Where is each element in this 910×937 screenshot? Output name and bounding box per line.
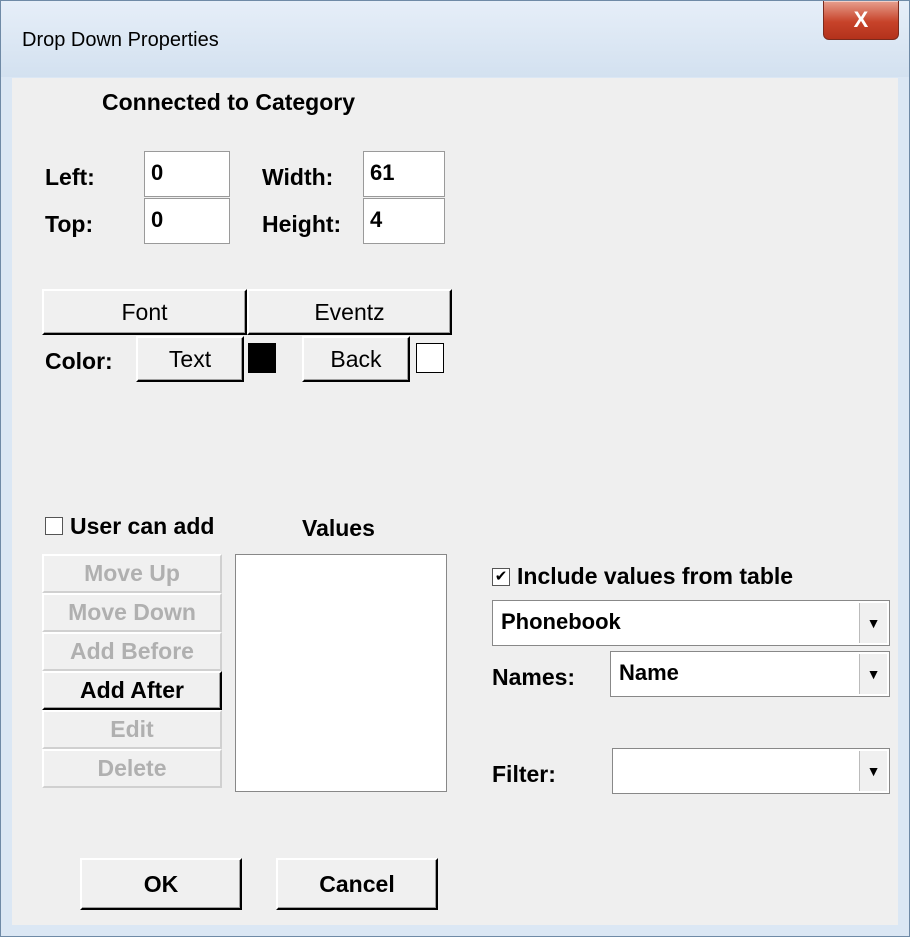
move-down-button[interactable]: Move Down <box>42 593 222 632</box>
table-dropdown[interactable]: Phonebook ▼ <box>492 600 890 646</box>
color-label: Color: <box>45 348 113 374</box>
events-button[interactable]: Eventz <box>247 289 452 335</box>
width-label: Width: <box>262 164 334 190</box>
include-values-checkbox[interactable]: ✔ <box>492 568 510 586</box>
height-field[interactable]: 4 <box>363 198 445 244</box>
add-after-button[interactable]: Add After <box>42 671 222 710</box>
window-title: Drop Down Properties <box>22 29 219 51</box>
values-list[interactable] <box>235 554 447 792</box>
include-values-label: Include values from table <box>517 563 794 589</box>
dialog-body: Connected to Category Left: 0 Width: 61 … <box>12 78 898 925</box>
check-mark-icon: ✔ <box>494 568 508 585</box>
text-color-swatch[interactable] <box>248 343 276 373</box>
top-label: Top: <box>45 211 94 237</box>
chevron-down-icon[interactable]: ▼ <box>859 751 887 791</box>
chevron-down-icon[interactable]: ▼ <box>859 654 887 694</box>
move-up-button[interactable]: Move Up <box>42 554 222 593</box>
height-label: Height: <box>262 211 342 237</box>
font-button[interactable]: Font <box>42 289 247 335</box>
names-dropdown[interactable]: Name ▼ <box>610 651 890 697</box>
title-bar[interactable]: Drop Down Properties X <box>1 1 909 77</box>
table-dropdown-value: Phonebook <box>501 609 621 634</box>
text-color-button[interactable]: Text <box>136 336 244 382</box>
close-icon: X <box>853 7 869 32</box>
delete-button[interactable]: Delete <box>42 749 222 788</box>
edit-button[interactable]: Edit <box>42 710 222 749</box>
ok-button[interactable]: OK <box>80 858 242 910</box>
user-can-add-label: User can add <box>70 513 215 539</box>
values-label: Values <box>302 515 375 541</box>
close-button[interactable]: X <box>823 1 899 40</box>
top-field[interactable]: 0 <box>144 198 230 244</box>
names-label: Names: <box>492 664 576 690</box>
filter-dropdown[interactable]: ▼ <box>612 748 890 794</box>
filter-label: Filter: <box>492 761 556 787</box>
user-can-add-checkbox[interactable] <box>45 517 63 535</box>
left-label: Left: <box>45 164 95 190</box>
dialog-window: Drop Down Properties X Connected to Cate… <box>0 0 910 937</box>
left-field[interactable]: 0 <box>144 151 230 197</box>
heading: Connected to Category <box>102 89 356 115</box>
back-color-button[interactable]: Back <box>302 336 410 382</box>
names-dropdown-value: Name <box>619 660 679 685</box>
chevron-down-icon[interactable]: ▼ <box>859 603 887 643</box>
width-field[interactable]: 61 <box>363 151 445 197</box>
add-before-button[interactable]: Add Before <box>42 632 222 671</box>
back-color-swatch[interactable] <box>416 343 444 373</box>
cancel-button[interactable]: Cancel <box>276 858 438 910</box>
